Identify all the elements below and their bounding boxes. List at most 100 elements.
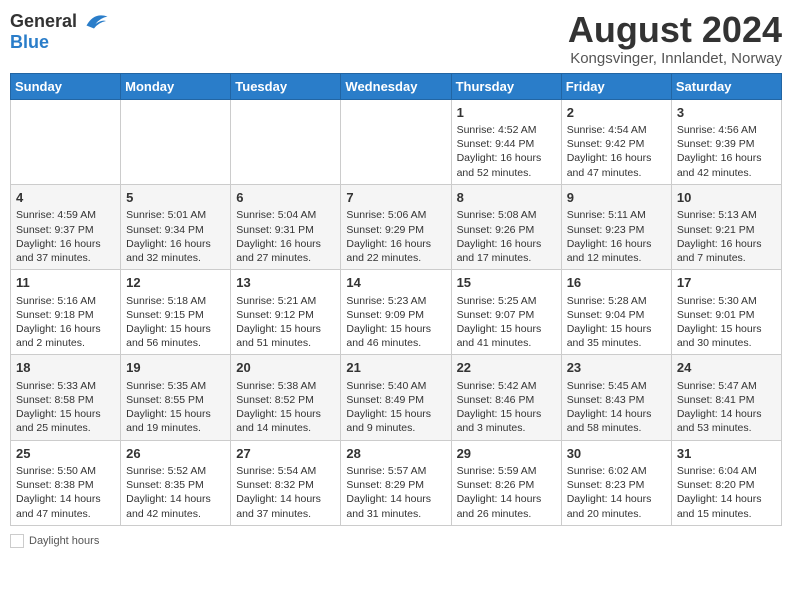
day-info: Sunrise: 4:56 AM Sunset: 9:39 PM Dayligh… [677, 123, 776, 180]
calendar-week-3: 11 Sunrise: 5:16 AM Sunset: 9:18 PM Dayli… [11, 270, 782, 355]
day-info: Sunrise: 6:02 AM Sunset: 8:23 PM Dayligh… [567, 464, 666, 521]
calendar-cell [121, 99, 231, 184]
calendar-cell: 24 Sunrise: 5:47 AM Sunset: 8:41 PM Dayli… [671, 355, 781, 440]
logo-blue-text: Blue [10, 32, 49, 53]
day-info: Sunrise: 5:16 AM Sunset: 9:18 PM Dayligh… [16, 294, 115, 351]
calendar-cell: 19 Sunrise: 5:35 AM Sunset: 8:55 PM Dayli… [121, 355, 231, 440]
calendar-cell: 3Sunrise: 4:56 AM Sunset: 9:39 PM Daylig… [671, 99, 781, 184]
calendar-cell: 22 Sunrise: 5:42 AM Sunset: 8:46 PM Dayli… [451, 355, 561, 440]
calendar-cell: 9Sunrise: 5:11 AM Sunset: 9:23 PM Daylig… [561, 184, 671, 269]
calendar-cell: 25Sunrise: 5:50 AM Sunset: 8:38 PM Dayli… [11, 440, 121, 525]
day-info: Sunrise: 5:01 AM Sunset: 9:34 PM Dayligh… [126, 208, 225, 265]
calendar-cell: 26Sunrise: 5:52 AM Sunset: 8:35 PM Dayli… [121, 440, 231, 525]
day-number: 3 [677, 104, 776, 122]
day-number: 22 [457, 359, 556, 377]
calendar-header-friday: Friday [561, 73, 671, 99]
day-number: 19 [126, 359, 225, 377]
day-number: 25 [16, 445, 115, 463]
day-info: Sunrise: 5:59 AM Sunset: 8:26 PM Dayligh… [457, 464, 556, 521]
day-number: 20 [236, 359, 335, 377]
calendar-cell: 16Sunrise: 5:28 AM Sunset: 9:04 PM Dayli… [561, 270, 671, 355]
calendar-cell: 17Sunrise: 5:30 AM Sunset: 9:01 PM Dayli… [671, 270, 781, 355]
calendar-cell: 13 Sunrise: 5:21 AM Sunset: 9:12 PM Dayli… [231, 270, 341, 355]
day-info: Sunrise: 5:25 AM Sunset: 9:07 PM Dayligh… [457, 294, 556, 351]
day-number: 5 [126, 189, 225, 207]
month-title: August 2024 [568, 10, 782, 50]
day-info: Sunrise: 5:21 AM Sunset: 9:12 PM Dayligh… [236, 294, 335, 351]
day-number: 31 [677, 445, 776, 463]
day-number: 28 [346, 445, 445, 463]
calendar-header-sunday: Sunday [11, 73, 121, 99]
day-info: Sunrise: 5:42 AM Sunset: 8:46 PM Dayligh… [457, 379, 556, 436]
day-info: Sunrise: 4:59 AM Sunset: 9:37 PM Dayligh… [16, 208, 115, 265]
day-info: Sunrise: 5:23 AM Sunset: 9:09 PM Dayligh… [346, 294, 445, 351]
day-number: 9 [567, 189, 666, 207]
day-info: Sunrise: 5:40 AM Sunset: 8:49 PM Dayligh… [346, 379, 445, 436]
calendar-cell: 30Sunrise: 6:02 AM Sunset: 8:23 PM Dayli… [561, 440, 671, 525]
calendar-header-thursday: Thursday [451, 73, 561, 99]
calendar-cell: 21 Sunrise: 5:40 AM Sunset: 8:49 PM Dayli… [341, 355, 451, 440]
day-info: Sunrise: 5:11 AM Sunset: 9:23 PM Dayligh… [567, 208, 666, 265]
title-area: August 2024 Kongsvinger, Innlandet, Norw… [568, 10, 782, 67]
calendar-cell: 8Sunrise: 5:08 AM Sunset: 9:26 PM Daylig… [451, 184, 561, 269]
day-info: Sunrise: 5:54 AM Sunset: 8:32 PM Dayligh… [236, 464, 335, 521]
day-info: Sunrise: 5:13 AM Sunset: 9:21 PM Dayligh… [677, 208, 776, 265]
calendar-cell: 23Sunrise: 5:45 AM Sunset: 8:43 PM Dayli… [561, 355, 671, 440]
day-number: 1 [457, 104, 556, 122]
calendar-week-5: 25Sunrise: 5:50 AM Sunset: 8:38 PM Dayli… [11, 440, 782, 525]
day-number: 15 [457, 274, 556, 292]
day-number: 18 [16, 359, 115, 377]
day-number: 7 [346, 189, 445, 207]
calendar-cell [341, 99, 451, 184]
calendar-header-row: SundayMondayTuesdayWednesdayThursdayFrid… [11, 73, 782, 99]
daylight-label: Daylight hours [29, 535, 99, 547]
day-info: Sunrise: 5:04 AM Sunset: 9:31 PM Dayligh… [236, 208, 335, 265]
footer: Daylight hours [10, 534, 782, 548]
day-number: 10 [677, 189, 776, 207]
day-number: 13 [236, 274, 335, 292]
calendar-header-saturday: Saturday [671, 73, 781, 99]
day-info: Sunrise: 5:57 AM Sunset: 8:29 PM Dayligh… [346, 464, 445, 521]
day-info: Sunrise: 4:54 AM Sunset: 9:42 PM Dayligh… [567, 123, 666, 180]
day-number: 26 [126, 445, 225, 463]
day-info: Sunrise: 5:38 AM Sunset: 8:52 PM Dayligh… [236, 379, 335, 436]
day-number: 29 [457, 445, 556, 463]
calendar-week-2: 4Sunrise: 4:59 AM Sunset: 9:37 PM Daylig… [11, 184, 782, 269]
subtitle: Kongsvinger, Innlandet, Norway [568, 50, 782, 67]
day-number: 16 [567, 274, 666, 292]
calendar-cell [11, 99, 121, 184]
day-info: Sunrise: 5:08 AM Sunset: 9:26 PM Dayligh… [457, 208, 556, 265]
day-number: 23 [567, 359, 666, 377]
day-info: Sunrise: 4:52 AM Sunset: 9:44 PM Dayligh… [457, 123, 556, 180]
day-info: Sunrise: 6:04 AM Sunset: 8:20 PM Dayligh… [677, 464, 776, 521]
calendar-cell: 7Sunrise: 5:06 AM Sunset: 9:29 PM Daylig… [341, 184, 451, 269]
day-number: 2 [567, 104, 666, 122]
header: General Blue August 2024 Kongsvinger, In… [10, 10, 782, 67]
calendar-cell: 2Sunrise: 4:54 AM Sunset: 9:42 PM Daylig… [561, 99, 671, 184]
day-number: 27 [236, 445, 335, 463]
day-number: 21 [346, 359, 445, 377]
calendar-cell [231, 99, 341, 184]
day-info: Sunrise: 5:18 AM Sunset: 9:15 PM Dayligh… [126, 294, 225, 351]
day-number: 4 [16, 189, 115, 207]
logo: General Blue [10, 10, 109, 53]
day-number: 11 [16, 274, 115, 292]
calendar-cell: 15 Sunrise: 5:25 AM Sunset: 9:07 PM Dayli… [451, 270, 561, 355]
day-number: 24 [677, 359, 776, 377]
calendar-cell: 11 Sunrise: 5:16 AM Sunset: 9:18 PM Dayli… [11, 270, 121, 355]
day-info: Sunrise: 5:35 AM Sunset: 8:55 PM Dayligh… [126, 379, 225, 436]
calendar-cell: 10Sunrise: 5:13 AM Sunset: 9:21 PM Dayli… [671, 184, 781, 269]
calendar-cell: 5Sunrise: 5:01 AM Sunset: 9:34 PM Daylig… [121, 184, 231, 269]
calendar-header-monday: Monday [121, 73, 231, 99]
day-info: Sunrise: 5:52 AM Sunset: 8:35 PM Dayligh… [126, 464, 225, 521]
calendar-cell: 29Sunrise: 5:59 AM Sunset: 8:26 PM Dayli… [451, 440, 561, 525]
calendar-cell: 14Sunrise: 5:23 AM Sunset: 9:09 PM Dayli… [341, 270, 451, 355]
calendar-header-wednesday: Wednesday [341, 73, 451, 99]
day-number: 12 [126, 274, 225, 292]
calendar-week-4: 18Sunrise: 5:33 AM Sunset: 8:58 PM Dayli… [11, 355, 782, 440]
day-info: Sunrise: 5:06 AM Sunset: 9:29 PM Dayligh… [346, 208, 445, 265]
calendar-cell: 28Sunrise: 5:57 AM Sunset: 8:29 PM Dayli… [341, 440, 451, 525]
day-info: Sunrise: 5:30 AM Sunset: 9:01 PM Dayligh… [677, 294, 776, 351]
day-info: Sunrise: 5:47 AM Sunset: 8:41 PM Dayligh… [677, 379, 776, 436]
daylight-box [10, 534, 24, 548]
